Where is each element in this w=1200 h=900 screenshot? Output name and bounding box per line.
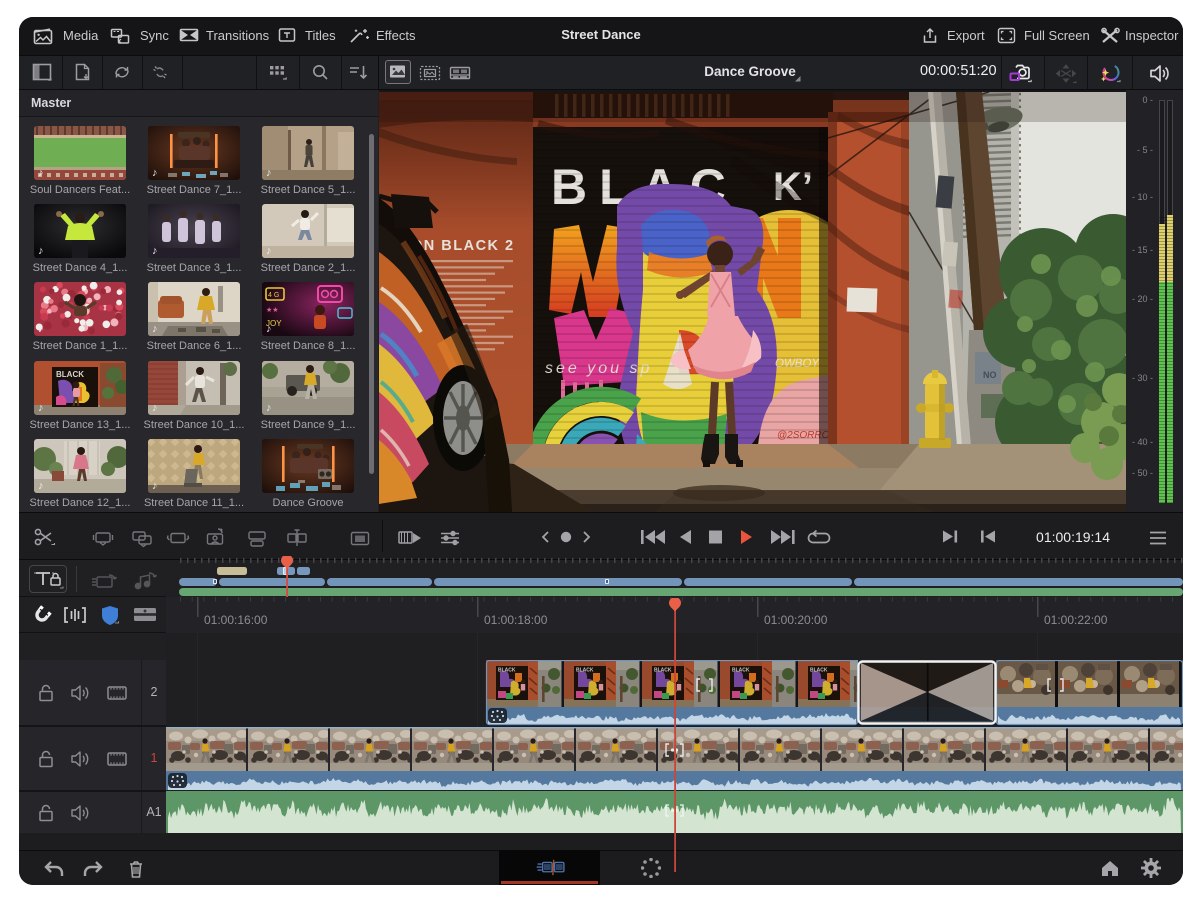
svg-text:★★: ★★ (266, 306, 279, 314)
svg-text:♪: ♪ (38, 245, 44, 257)
svg-text:♪: ♪ (266, 402, 272, 414)
svg-text:♪: ♪ (152, 167, 158, 179)
svg-text:♪: ♪ (152, 245, 158, 257)
svg-text:♪: ♪ (152, 402, 158, 414)
svg-text:OWBOY: OWBOY (775, 358, 820, 370)
svg-text:♪: ♪ (266, 167, 272, 179)
svg-text:♪: ♪ (152, 480, 158, 492)
svg-text:♪: ♪ (38, 402, 44, 414)
svg-text:4 G: 4 G (268, 292, 279, 299)
svg-text:BLACK: BLACK (56, 370, 84, 379)
svg-text:♪: ♪ (38, 167, 44, 179)
svg-text:♪: ♪ (266, 323, 272, 335)
svg-text:NO: NO (983, 370, 997, 380)
svg-text:♪: ♪ (38, 480, 44, 492)
svg-text:♪: ♪ (38, 323, 44, 335)
svg-text:ON BLACK 2: ON BLACK 2 (411, 238, 515, 254)
svg-text:♪: ♪ (266, 245, 272, 257)
svg-text:♪: ♪ (152, 323, 158, 335)
